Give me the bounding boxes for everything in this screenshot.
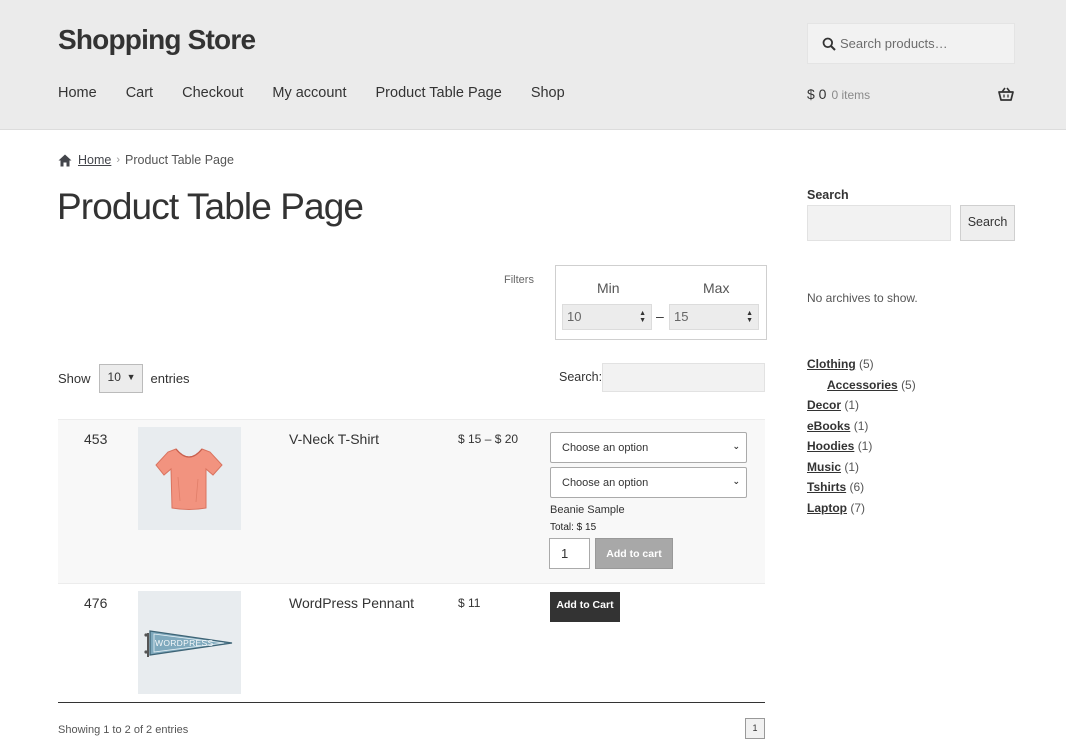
category-link-decor[interactable]: Decor (807, 398, 841, 412)
site-header: Shopping Store Home Cart Checkout My acc… (0, 0, 1066, 130)
category-count: (5) (901, 377, 916, 392)
pennant-icon: WORDPRESS (144, 630, 233, 657)
category-count: (1) (844, 398, 860, 412)
basket-icon[interactable] (998, 87, 1014, 101)
category-count: (6) (849, 480, 865, 494)
add-to-cart-button[interactable]: Add to Cart (550, 592, 620, 622)
product-search-input[interactable] (840, 24, 1010, 63)
product-id: 476 (84, 595, 108, 611)
category-item: Clothing (5) (807, 357, 916, 378)
category-item: Music (1) (807, 460, 916, 481)
breadcrumb: Home › Product Table Page (58, 153, 234, 167)
product-search-box[interactable] (807, 23, 1015, 64)
nav-my-account[interactable]: My account (272, 85, 346, 101)
min-label: Min (597, 280, 620, 296)
nav-home[interactable]: Home (58, 85, 97, 101)
range-dash: – (656, 308, 664, 324)
sidebar-search-title: Search (807, 188, 849, 202)
variation-select-2[interactable]: Choose an option ⌄ (550, 467, 747, 498)
product-image-tshirt[interactable] (138, 427, 241, 530)
pennant-text: WORDPRESS (155, 638, 213, 648)
site-title[interactable]: Shopping Store (58, 24, 256, 56)
nav-checkout[interactable]: Checkout (182, 85, 243, 101)
spinner-icon[interactable]: ▲ ▼ (746, 310, 753, 324)
product-name[interactable]: WordPress Pennant (289, 595, 414, 611)
max-label: Max (703, 280, 730, 296)
add-to-cart-button[interactable]: Add to cart (595, 538, 673, 569)
page-title: Product Table Page (57, 186, 364, 227)
category-link-laptop[interactable]: Laptop (807, 501, 847, 515)
variation-select-value: Choose an option (562, 477, 649, 489)
category-item: Laptop (7) (807, 501, 916, 522)
category-count: (1) (857, 439, 873, 453)
table-search-label: Search: (559, 370, 603, 384)
entries-length-select[interactable]: 10 ▼ (98, 363, 143, 393)
home-icon (58, 154, 72, 166)
product-price: $ 11 (458, 596, 481, 610)
primary-nav: Home Cart Checkout My account Product Ta… (58, 85, 594, 101)
sidebar-search-input[interactable] (807, 205, 951, 241)
chevron-down-icon: ⌄ (732, 476, 740, 486)
variation-name: Beanie Sample (550, 504, 625, 516)
category-count: (1) (844, 459, 860, 474)
cart-amount: $ 0 (807, 86, 827, 102)
pagination-page-1[interactable]: 1 (745, 718, 765, 739)
category-count: (1) (853, 418, 869, 433)
product-id: 453 (84, 431, 108, 447)
variation-select-value: Choose an option (562, 442, 649, 454)
variation-select-1[interactable]: Choose an option ⌄ (550, 432, 747, 463)
product-name[interactable]: V-Neck T-Shirt (289, 431, 379, 447)
category-link-clothing[interactable]: Clothing (807, 357, 856, 371)
category-link-tshirts[interactable]: Tshirts (807, 480, 846, 494)
product-image-pennant[interactable]: WORDPRESS (138, 591, 241, 694)
entries-length-control: Show 10 ▼ entries (58, 363, 190, 393)
category-item: Decor (1) (807, 398, 916, 419)
category-count: (5) (859, 357, 874, 371)
category-count: (7) (850, 500, 866, 515)
show-label: Show (58, 370, 91, 386)
nav-shop[interactable]: Shop (531, 85, 565, 101)
sidebar-search-button[interactable]: Search (960, 205, 1015, 241)
chevron-down-icon: ▼ (126, 371, 136, 382)
category-item: eBooks (1) (807, 419, 916, 440)
category-item: Tshirts (6) (807, 480, 916, 501)
variation-total: Total: $ 15 (550, 522, 597, 533)
breadcrumb-current: Product Table Page (125, 153, 234, 167)
quantity-input[interactable]: 1 (549, 538, 590, 569)
category-link-hoodies[interactable]: Hoodies (807, 439, 854, 453)
category-link-ebooks[interactable]: eBooks (807, 419, 850, 433)
category-item: Hoodies (1) (807, 439, 916, 460)
table-row: 453 V-Neck T-Shirt $ 15 – $ 20 Choose an… (58, 419, 765, 584)
table-row: 476 WORDPRESS WordPress Pennant $ 11 Add… (58, 584, 765, 703)
category-item: Accessories (5) (807, 378, 916, 399)
filters-label: Filters (504, 274, 534, 286)
search-icon (822, 37, 836, 51)
category-link-music[interactable]: Music (807, 460, 841, 474)
table-info: Showing 1 to 2 of 2 entries (58, 724, 189, 736)
category-list: Clothing (5) Accessories (5) Decor (1) e… (807, 357, 916, 521)
cart-item-count: 0 items (831, 88, 871, 102)
header-cart[interactable]: $ 0 0 items (807, 86, 1015, 106)
max-price-value: 15 (674, 309, 689, 324)
tshirt-icon (155, 448, 223, 510)
archives-empty-text: No archives to show. (807, 291, 918, 305)
entries-length-value: 10 (107, 369, 121, 384)
max-price-input[interactable]: 15 ▲ ▼ (669, 304, 759, 330)
chevron-down-icon: ⌄ (732, 441, 740, 451)
product-price: $ 15 – $ 20 (458, 432, 519, 446)
breadcrumb-home-link[interactable]: Home (78, 153, 111, 167)
min-price-input[interactable]: 10 ▲ ▼ (562, 304, 652, 330)
category-link-accessories[interactable]: Accessories (827, 378, 898, 392)
nav-product-table-page[interactable]: Product Table Page (376, 85, 502, 101)
entries-label: entries (150, 370, 190, 386)
table-search-input[interactable] (602, 363, 765, 392)
breadcrumb-separator: › (116, 154, 121, 166)
spinner-icon[interactable]: ▲ ▼ (639, 310, 646, 324)
price-range-filter: Min Max 10 ▲ ▼ – 15 ▲ ▼ (555, 265, 767, 340)
nav-cart[interactable]: Cart (126, 85, 153, 101)
min-price-value: 10 (567, 309, 582, 324)
